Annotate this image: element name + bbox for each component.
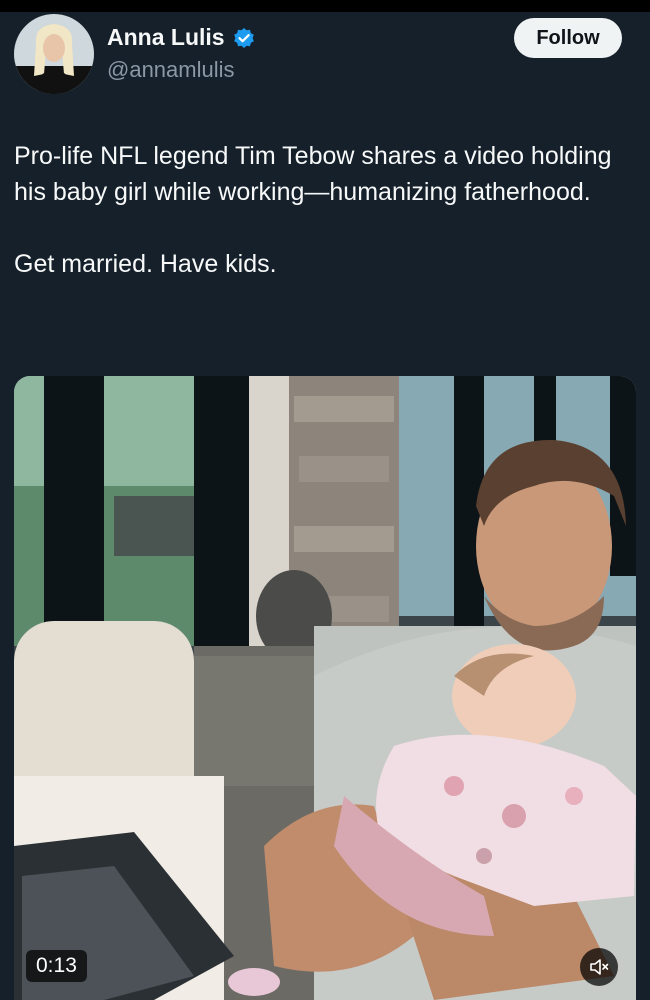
- author-info: Anna Lulis @annamlulis: [107, 24, 255, 83]
- speaker-muted-icon[interactable]: [580, 948, 618, 986]
- user-avatar[interactable]: [14, 14, 94, 94]
- follow-button[interactable]: Follow: [514, 18, 622, 58]
- video-timestamp: 0:13: [26, 950, 87, 982]
- tweet-video[interactable]: [14, 376, 636, 1000]
- avatar-image: [14, 14, 94, 94]
- video-frame: [14, 376, 636, 1000]
- tweet-paragraph: Pro-life NFL legend Tim Tebow shares a v…: [14, 142, 612, 206]
- tweet-paragraph: Get married. Have kids.: [14, 250, 277, 278]
- status-bar: [0, 0, 650, 12]
- tweet-text: Pro-life NFL legend Tim Tebow shares a v…: [14, 138, 634, 282]
- verified-badge-icon: [233, 27, 255, 49]
- author-display-name[interactable]: Anna Lulis: [107, 24, 225, 51]
- author-handle[interactable]: @annamlulis: [107, 57, 255, 83]
